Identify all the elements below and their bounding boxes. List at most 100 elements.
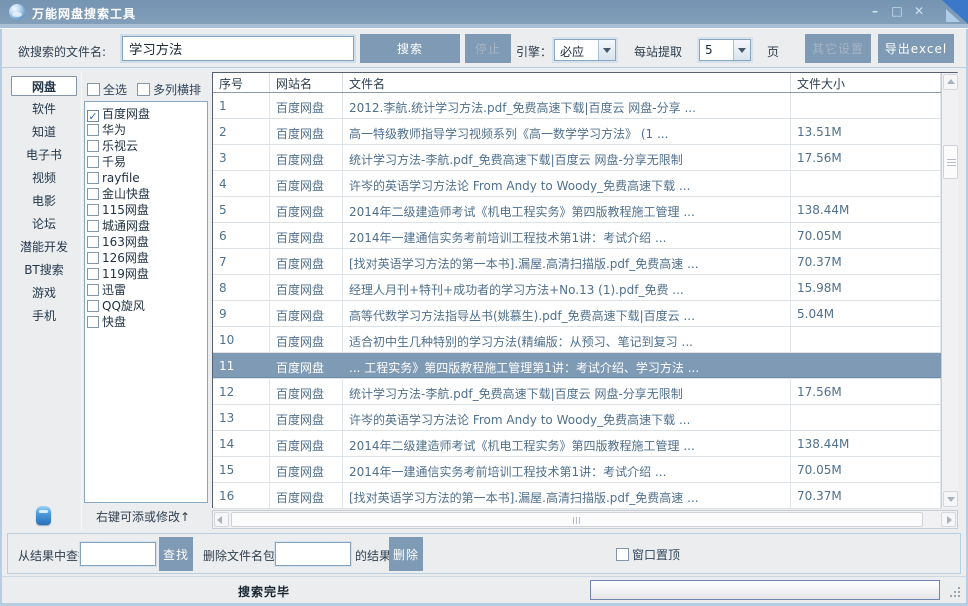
table-row[interactable]: 10百度网盘适合初中生几种特别的学习方法(精编版：从预习、笔记到复习 ...	[213, 327, 941, 353]
sidebar-tab[interactable]: 电影	[11, 191, 77, 211]
checkbox-icon[interactable]	[87, 188, 99, 200]
row-number: 8	[213, 275, 270, 300]
checkbox-icon[interactable]	[87, 140, 99, 152]
table-row[interactable]: 16百度网盘[找对英语学习方法的第一本书].漏屋.高清扫描版.pdf_免费高速 …	[213, 483, 941, 509]
scroll-left-button[interactable]	[214, 512, 229, 527]
table-row[interactable]: 1百度网盘2012.李航.统计学习方法.pdf_免费高速下载|百度云 网盘-分享…	[213, 93, 941, 119]
table-row[interactable]: 2百度网盘高一特级教师指导学习视频系列《高一数学学习方法》 (1 ...13.5…	[213, 119, 941, 145]
column-header-site[interactable]: 网站名	[270, 73, 343, 92]
checkbox-icon[interactable]	[137, 83, 150, 96]
site-checkbox-item[interactable]: ✓百度网盘	[87, 106, 205, 122]
scroll-right-button[interactable]	[941, 512, 956, 527]
app-icon	[9, 4, 25, 20]
vertical-scrollbar-thumb[interactable]	[943, 145, 958, 179]
close-button-icon[interactable]: ✕	[910, 3, 928, 20]
search-filename-label: 欲搜索的文件名:	[18, 43, 106, 60]
maximize-button-icon[interactable]: □	[888, 3, 906, 20]
table-row[interactable]: 8百度网盘经理人月刊+特刊+成功者的学习方法+No.13 (1).pdf_免费 …	[213, 275, 941, 301]
sidebar-tab[interactable]: BT搜索	[11, 260, 77, 280]
site-checkbox-item[interactable]: 快盘	[87, 314, 205, 330]
column-header-filename[interactable]: 文件名	[343, 73, 791, 92]
site-listbox[interactable]: ✓百度网盘华为乐视云千易rayfile金山快盘115网盘城通网盘163网盘126…	[84, 101, 208, 503]
export-excel-button[interactable]: 导出excel	[878, 34, 954, 63]
sidebar-tab[interactable]: 电子书	[11, 145, 77, 165]
checkbox-icon[interactable]	[87, 300, 99, 312]
engine-select[interactable]: 必应	[554, 39, 616, 61]
site-checkbox-item[interactable]: 115网盘	[87, 202, 205, 218]
site-checkbox-item[interactable]: 119网盘	[87, 266, 205, 282]
site-checkbox-item[interactable]: 千易	[87, 154, 205, 170]
site-label: 金山快盘	[102, 187, 150, 201]
site-checkbox-item[interactable]: 乐视云	[87, 138, 205, 154]
search-button[interactable]: 搜索	[360, 34, 460, 63]
chevron-down-icon[interactable]	[598, 40, 615, 60]
table-row[interactable]: 7百度网盘[找对英语学习方法的第一本书].漏屋.高清扫描版.pdf_免费高速 .…	[213, 249, 941, 275]
checkbox-icon[interactable]	[87, 316, 99, 328]
pages-select[interactable]: 5	[699, 39, 751, 61]
checkbox-icon[interactable]	[87, 83, 100, 96]
table-row[interactable]: 6百度网盘2014年一建通信实务考前培训工程技术第1讲：考试介绍 ...70.0…	[213, 223, 941, 249]
site-checkbox-item[interactable]: rayfile	[87, 170, 205, 186]
site-checkbox-item[interactable]: 163网盘	[87, 234, 205, 250]
delete-button[interactable]: 删除	[389, 537, 423, 571]
horizontal-scrollbar[interactable]	[212, 510, 958, 529]
table-row[interactable]: 11百度网盘... 工程实务》第四版教程施工管理第1讲：考试介绍、学习方法 ..…	[213, 353, 941, 379]
delete-contains-input[interactable]	[275, 542, 351, 566]
sidebar-tab[interactable]: 游戏	[11, 283, 77, 303]
sidebar-tab[interactable]: 视频	[11, 168, 77, 188]
table-row[interactable]: 15百度网盘2014年一建通信实务考前培训工程技术第1讲：考试介绍 ...70.…	[213, 457, 941, 483]
horizontal-scrollbar-thumb[interactable]	[231, 512, 923, 527]
checkbox-icon[interactable]	[87, 284, 99, 296]
sidebar-tab[interactable]: 软件	[11, 99, 77, 119]
checkbox-icon[interactable]: ✓	[87, 110, 99, 122]
site-checkbox-item[interactable]: 金山快盘	[87, 186, 205, 202]
checkbox-icon[interactable]	[87, 220, 99, 232]
site-checkbox-item[interactable]: 华为	[87, 122, 205, 138]
vertical-scrollbar[interactable]	[941, 73, 958, 508]
table-row[interactable]: 12百度网盘统计学习方法-李航.pdf_免费高速下载|百度云 网盘-分享无限制1…	[213, 379, 941, 405]
table-row[interactable]: 5百度网盘2014年二级建造师考试《机电工程实务》第四版教程施工管理 ...13…	[213, 197, 941, 223]
find-in-results-input[interactable]	[80, 542, 156, 566]
checkbox-icon[interactable]	[87, 236, 99, 248]
fold-corner-icon	[940, 0, 968, 24]
checkbox-icon[interactable]	[87, 268, 99, 280]
checkbox-icon[interactable]	[87, 172, 99, 184]
checkbox-icon[interactable]	[87, 252, 99, 264]
chevron-down-icon[interactable]	[733, 40, 750, 60]
window-topmost-checkbox[interactable]: 窗口置顶	[616, 546, 680, 563]
site-checkbox-item[interactable]: 城通网盘	[87, 218, 205, 234]
resize-grip-icon[interactable]	[948, 585, 960, 597]
site-checkbox-item[interactable]: 迅雷	[87, 282, 205, 298]
minimize-button-icon[interactable]: –	[866, 3, 884, 20]
table-row[interactable]: 14百度网盘2014年二级建造师考试《机电工程实务》第四版教程施工管理 ...1…	[213, 431, 941, 457]
site-checkbox-item[interactable]: QQ旋风	[87, 298, 205, 314]
search-input[interactable]	[122, 36, 354, 61]
column-header-index[interactable]: 序号	[213, 73, 270, 92]
column-header-filesize[interactable]: 文件大小	[791, 73, 941, 92]
scroll-down-button[interactable]	[943, 491, 958, 507]
row-number: 5	[213, 197, 270, 222]
checkbox-icon[interactable]	[616, 548, 629, 561]
sidebar-tab[interactable]: 网盘	[11, 76, 77, 96]
select-all-checkbox[interactable]: 全选	[87, 81, 127, 98]
checkbox-icon[interactable]	[87, 156, 99, 168]
scroll-up-button[interactable]	[943, 74, 958, 90]
table-row[interactable]: 4百度网盘许岑的英语学习方法论 From Andy to Woody_免费高速下…	[213, 171, 941, 197]
multi-column-checkbox[interactable]: 多列横排	[137, 81, 201, 98]
row-number: 7	[213, 249, 270, 274]
row-number: 1	[213, 93, 270, 118]
file-size: 138.44M	[791, 197, 941, 222]
sidebar-tab[interactable]: 潜能开发	[11, 237, 77, 257]
sidebar-tab[interactable]: 手机	[11, 306, 77, 326]
checkbox-icon[interactable]	[87, 204, 99, 216]
sidebar-tab[interactable]: 论坛	[11, 214, 77, 234]
table-row[interactable]: 13百度网盘许岑的英语学习方法论 From Andy to Woody_免费高速…	[213, 405, 941, 431]
site-checkbox-item[interactable]: 126网盘	[87, 250, 205, 266]
find-button[interactable]: 查找	[159, 537, 193, 571]
sidebar-tab[interactable]: 知道	[11, 122, 77, 142]
table-row[interactable]: 3百度网盘统计学习方法-李航.pdf_免费高速下载|百度云 网盘-分享无限制17…	[213, 145, 941, 171]
checkbox-icon[interactable]	[87, 124, 99, 136]
site-name: 百度网盘	[270, 457, 343, 482]
table-row[interactable]: 9百度网盘高等代数学习方法指导丛书(姚慕生).pdf_免费高速下载|百度云 ..…	[213, 301, 941, 327]
arrow-left-icon	[217, 516, 222, 524]
